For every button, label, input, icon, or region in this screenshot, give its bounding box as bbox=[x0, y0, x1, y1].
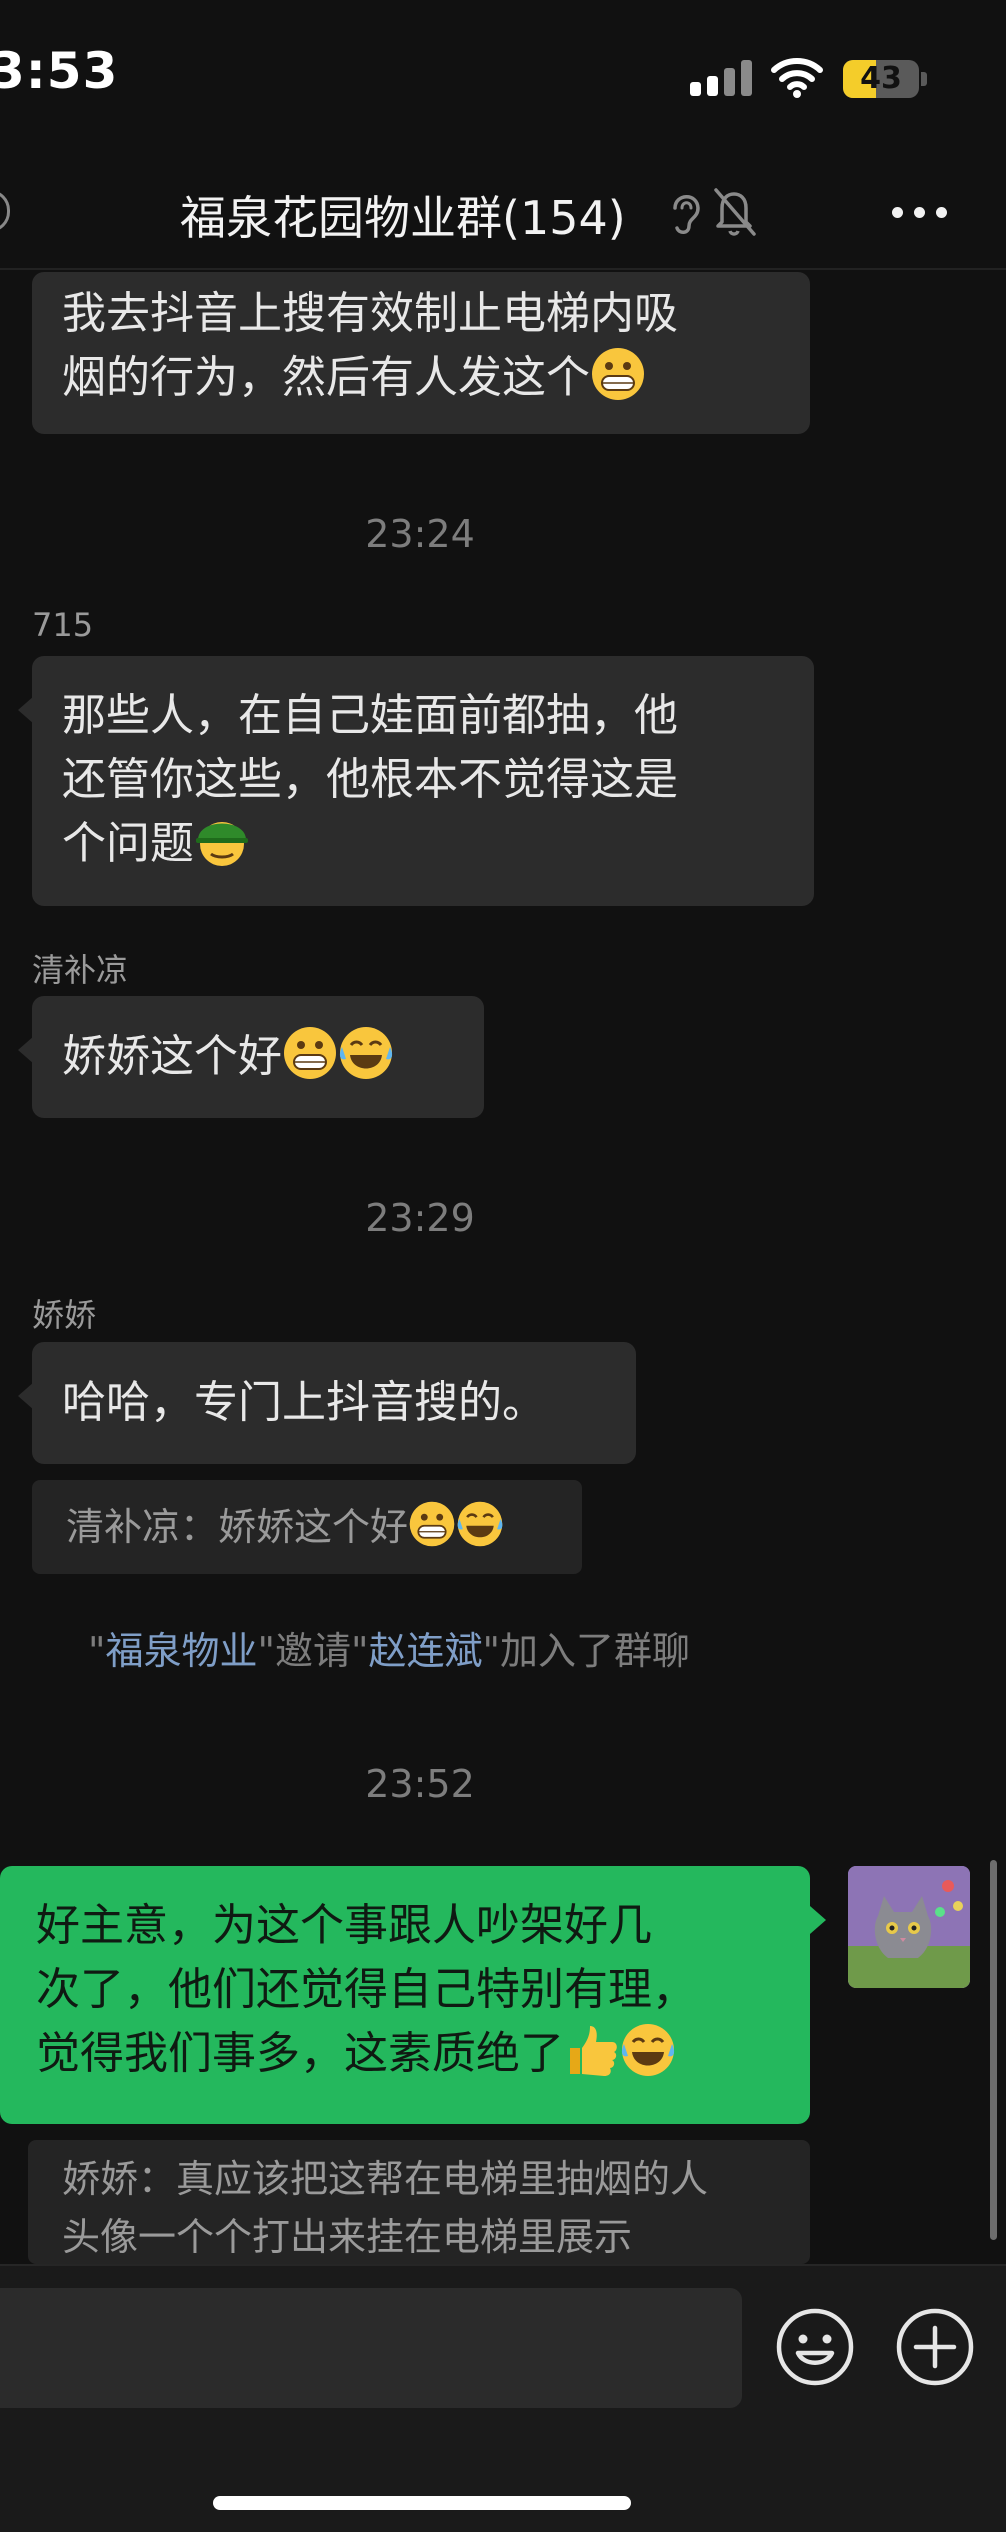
sender-name: 娇娇 bbox=[32, 1296, 97, 1334]
message-line: 烟的行为，然后有人发这个 bbox=[62, 346, 780, 410]
message-bubble[interactable]: 娇娇这个好 bbox=[18, 996, 484, 1118]
system-text: "邀请" bbox=[257, 1629, 369, 1673]
system-message: "福泉物业"邀请"赵连斌"加入了群聊 bbox=[88, 1620, 690, 1675]
group-title[interactable]: 福泉花园物业群(154) bbox=[180, 182, 626, 248]
message-line: 还管你这些，他根本不觉得这是 bbox=[62, 754, 678, 805]
message-line: 我去抖音上搜有效制止电梯内吸 bbox=[62, 288, 678, 339]
quote-line: 头像一个个打出来挂在电梯里展示 bbox=[62, 2215, 633, 2259]
battery-cap bbox=[921, 72, 927, 86]
message-line: 好主意，为这个事跟人吵架好几 bbox=[36, 1900, 652, 1951]
message-line: 个问题 bbox=[62, 812, 784, 876]
tears-of-joy-emoji bbox=[457, 1501, 503, 1547]
tears-of-joy-emoji bbox=[621, 2024, 675, 2076]
cellular-signal-icon bbox=[690, 58, 752, 96]
message-text: 个问题 bbox=[62, 818, 194, 869]
sender-name: 715 bbox=[32, 606, 94, 644]
ear-icon bbox=[673, 195, 700, 234]
quote-line: 娇娇：真应该把这帮在电梯里抽烟的人 bbox=[62, 2157, 709, 2201]
message-bubble[interactable]: 那些人，在自己娃面前都抽，他 还管你这些，他根本不觉得这是 个问题 bbox=[18, 656, 814, 906]
status-time: 3:53 bbox=[0, 42, 119, 100]
message-input[interactable] bbox=[0, 2288, 742, 2408]
scrollbar[interactable] bbox=[990, 1860, 997, 2240]
message-line: 那些人，在自己娃面前都抽，他 bbox=[62, 690, 678, 741]
inviter-link[interactable]: 福泉物业 bbox=[105, 1629, 257, 1673]
sender-name: 清补凉 bbox=[32, 951, 129, 989]
thumbs-up-emoji bbox=[570, 2026, 617, 2076]
mute-bell-icon bbox=[714, 188, 756, 236]
message-text: 哈哈，专门上抖音搜的。 bbox=[62, 1377, 546, 1428]
quoted-message[interactable]: 清补凉：娇娇这个好 bbox=[32, 1480, 582, 1574]
input-bar bbox=[0, 2264, 1006, 2532]
sticker-emoji-icon[interactable] bbox=[774, 2306, 856, 2388]
own-avatar[interactable] bbox=[848, 1866, 970, 1988]
wifi-icon bbox=[771, 58, 823, 98]
own-message-bubble[interactable]: 好主意，为这个事跟人吵架好几 次了，他们还觉得自己特别有理， 觉得我们事多，这素… bbox=[0, 1866, 826, 2124]
tears-of-joy-emoji bbox=[339, 1027, 393, 1079]
home-indicator bbox=[213, 2496, 631, 2510]
grin-emoji bbox=[592, 348, 644, 400]
battery-indicator: 43 bbox=[843, 60, 919, 98]
helmet-emoji bbox=[196, 822, 248, 866]
chat-header: 福泉花园物业群(154) bbox=[0, 160, 1006, 270]
cat-avatar-image bbox=[848, 1866, 970, 1988]
grin-emoji bbox=[409, 1501, 455, 1547]
quoted-message[interactable]: 娇娇：真应该把这帮在电梯里抽烟的人 头像一个个打出来挂在电梯里展示 bbox=[28, 2140, 810, 2264]
timestamp: 23:24 bbox=[365, 512, 475, 556]
message-text: 觉得我们事多，这素质绝了 bbox=[36, 2028, 564, 2079]
message-text: 烟的行为，然后有人发这个 bbox=[62, 352, 590, 403]
more-icon[interactable] bbox=[890, 204, 950, 220]
timestamp: 23:52 bbox=[365, 1762, 475, 1806]
system-text: " bbox=[88, 1629, 106, 1673]
message-line: 觉得我们事多，这素质绝了 bbox=[36, 2022, 780, 2086]
grin-emoji bbox=[284, 1027, 336, 1079]
back-button[interactable] bbox=[0, 190, 10, 232]
system-text: "加入了群聊 bbox=[482, 1629, 690, 1673]
quote-text: 清补凉：娇娇这个好 bbox=[66, 1505, 409, 1549]
message-text: 娇娇这个好 bbox=[62, 1031, 282, 1082]
battery-level: 43 bbox=[860, 61, 902, 96]
invitee-link[interactable]: 赵连斌 bbox=[368, 1629, 482, 1673]
timestamp: 23:29 bbox=[365, 1196, 475, 1240]
message-line: 次了，他们还觉得自己特别有理， bbox=[36, 1964, 696, 2015]
chat-screen: 3:53 43 福泉花园物业群(154) 我去抖音上搜有效制止电梯内吸 烟的行为… bbox=[0, 0, 1006, 2532]
message-bubble[interactable]: 我去抖音上搜有效制止电梯内吸 烟的行为，然后有人发这个 bbox=[32, 272, 810, 434]
message-bubble[interactable]: 哈哈，专门上抖音搜的。 bbox=[18, 1342, 636, 1464]
plus-circle-icon[interactable] bbox=[894, 2306, 976, 2388]
